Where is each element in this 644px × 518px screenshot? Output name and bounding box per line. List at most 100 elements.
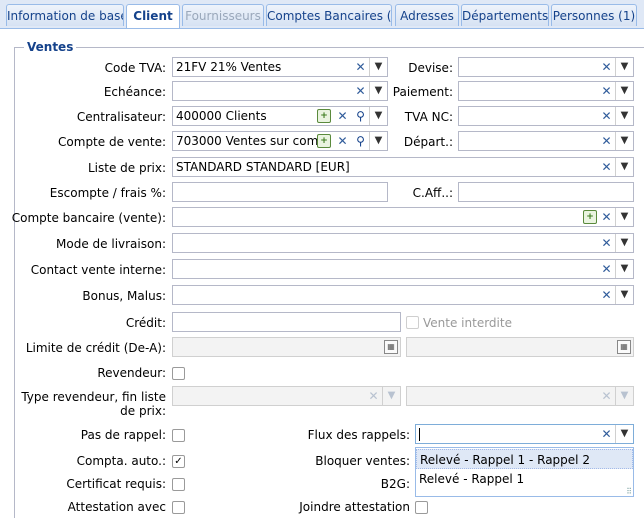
liste-prix-label: Liste de prix: bbox=[87, 161, 166, 175]
compte-bancaire-combo[interactable]: + ✕ ▼ bbox=[172, 207, 634, 227]
chevron-down-icon[interactable]: ▼ bbox=[369, 58, 387, 76]
depart-combo[interactable]: ✕ ▼ bbox=[458, 131, 634, 151]
chevron-down-icon[interactable]: ▼ bbox=[615, 158, 633, 176]
compta-auto-label: Compta. auto.: bbox=[76, 454, 166, 468]
clear-icon[interactable]: ✕ bbox=[598, 132, 615, 150]
search-icon[interactable]: ⚲ bbox=[352, 132, 369, 150]
list-item[interactable]: Relevé - Rappel 1 bbox=[416, 469, 633, 489]
chevron-down-icon[interactable]: ▼ bbox=[615, 387, 633, 405]
mode-livraison-combo[interactable]: ✕ ▼ bbox=[172, 233, 634, 253]
ventes-legend: Ventes bbox=[24, 40, 77, 54]
tab-bar: Information de base Client Fournisseurs … bbox=[0, 0, 644, 29]
chevron-down-icon[interactable]: ▼ bbox=[615, 107, 633, 125]
devise-combo[interactable]: ✕ ▼ bbox=[458, 57, 634, 77]
mode-livraison-label: Mode de livraison: bbox=[56, 237, 166, 251]
chevron-down-icon[interactable]: ▼ bbox=[615, 132, 633, 150]
code-tva-label: Code TVA: bbox=[104, 61, 166, 75]
type-revendeur-combo[interactable]: ✕ ▼ bbox=[172, 386, 401, 406]
clear-icon[interactable]: ✕ bbox=[598, 208, 615, 226]
type-revendeur-label: Type revendeur, fin liste de prix: bbox=[21, 390, 166, 418]
clear-icon[interactable]: ✕ bbox=[365, 387, 382, 405]
list-item[interactable]: Relevé - Rappel 1 - Rappel 2 bbox=[416, 449, 633, 469]
clear-icon[interactable]: ✕ bbox=[598, 387, 615, 405]
certificat-requis-checkbox[interactable] bbox=[172, 478, 185, 491]
pas-de-rappel-checkbox[interactable] bbox=[172, 429, 185, 442]
tva-nc-combo[interactable]: ✕ ▼ bbox=[458, 106, 634, 126]
chevron-down-icon[interactable]: ▼ bbox=[615, 58, 633, 76]
escompte-input[interactable] bbox=[172, 182, 388, 202]
centralisateur-combo[interactable]: 400000 Clients + ✕ ⚲ ▼ bbox=[172, 106, 388, 126]
code-tva-combo[interactable]: 21FV 21% Ventes ✕ ▼ bbox=[172, 57, 388, 77]
type-revendeur-label-line2: de prix: bbox=[120, 404, 166, 418]
clear-icon[interactable]: ✕ bbox=[598, 158, 615, 176]
type-revendeur-label-line1: Type revendeur, fin liste bbox=[21, 390, 166, 404]
chevron-down-icon[interactable]: ▼ bbox=[615, 234, 633, 252]
paiement-combo[interactable]: ✕ ▼ bbox=[458, 81, 634, 101]
tab-adresses[interactable]: Adresses bbox=[395, 4, 459, 26]
flux-rappels-label: Flux des rappels: bbox=[307, 428, 410, 442]
tab-information-de-base[interactable]: Information de base bbox=[6, 4, 124, 26]
tab-departements[interactable]: Départements bbox=[461, 4, 549, 26]
contact-vente-combo[interactable]: ✕ ▼ bbox=[172, 259, 634, 279]
certificat-requis-label: Certificat requis: bbox=[66, 477, 166, 491]
liste-prix-value: STANDARD STANDARD [EUR] bbox=[176, 160, 350, 174]
add-icon[interactable]: + bbox=[317, 109, 331, 123]
clear-icon[interactable]: ✕ bbox=[598, 82, 615, 100]
compta-auto-checkbox[interactable]: ✓ bbox=[172, 455, 185, 468]
tva-nc-label: TVA NC: bbox=[404, 110, 453, 124]
revendeur-label: Revendeur: bbox=[97, 366, 166, 380]
clear-icon[interactable]: ✕ bbox=[598, 260, 615, 278]
calendar-icon[interactable]: ▦ bbox=[384, 340, 398, 354]
revendeur-checkbox[interactable] bbox=[172, 367, 185, 380]
chevron-down-icon[interactable]: ▼ bbox=[382, 387, 400, 405]
flux-rappels-combo[interactable]: ✕ ▼ bbox=[415, 424, 634, 444]
chevron-down-icon[interactable]: ▼ bbox=[615, 82, 633, 100]
clear-icon[interactable]: ✕ bbox=[334, 107, 351, 125]
pas-de-rappel-label: Pas de rappel: bbox=[80, 428, 166, 442]
limite-credit-to-input[interactable]: ▦ bbox=[406, 337, 634, 357]
chevron-down-icon[interactable]: ▼ bbox=[615, 425, 633, 443]
add-icon[interactable]: + bbox=[583, 210, 597, 224]
resize-handle-icon[interactable]: ⠿ bbox=[626, 487, 632, 496]
add-icon[interactable]: + bbox=[317, 134, 331, 148]
clear-icon[interactable]: ✕ bbox=[598, 58, 615, 76]
chevron-down-icon[interactable]: ▼ bbox=[369, 82, 387, 100]
type-revendeur-fin-combo[interactable]: ✕ ▼ bbox=[406, 386, 634, 406]
tab-personnes[interactable]: Personnes (1) bbox=[551, 4, 637, 26]
echeance-label: Echéance: bbox=[103, 85, 166, 99]
chevron-down-icon[interactable]: ▼ bbox=[615, 286, 633, 304]
centralisateur-value: 400000 Clients bbox=[176, 109, 267, 123]
clear-icon[interactable]: ✕ bbox=[352, 58, 369, 76]
chevron-down-icon[interactable]: ▼ bbox=[369, 107, 387, 125]
clear-icon[interactable]: ✕ bbox=[598, 234, 615, 252]
search-icon[interactable]: ⚲ bbox=[352, 107, 369, 125]
compte-vente-combo[interactable]: 703000 Ventes sur comma + ✕ ⚲ ▼ bbox=[172, 131, 388, 151]
clear-icon[interactable]: ✕ bbox=[598, 107, 615, 125]
credit-label: Crédit: bbox=[125, 316, 166, 330]
tab-client[interactable]: Client bbox=[126, 4, 180, 28]
clear-icon[interactable]: ✕ bbox=[598, 425, 615, 443]
echeance-combo[interactable]: ✕ ▼ bbox=[172, 81, 388, 101]
depart-label: Départ.: bbox=[403, 135, 453, 149]
bonus-malus-label: Bonus, Malus: bbox=[82, 289, 166, 303]
compte-bancaire-label: Compte bancaire (vente): bbox=[11, 211, 166, 225]
chevron-down-icon[interactable]: ▼ bbox=[615, 208, 633, 226]
clear-icon[interactable]: ✕ bbox=[334, 132, 351, 150]
clear-icon[interactable]: ✕ bbox=[352, 82, 369, 100]
c-aff-label: C.Aff..: bbox=[412, 186, 453, 200]
c-aff-input[interactable] bbox=[458, 182, 634, 202]
liste-prix-combo[interactable]: STANDARD STANDARD [EUR] ✕ ▼ bbox=[172, 157, 634, 177]
credit-input[interactable] bbox=[172, 312, 401, 332]
clear-icon[interactable]: ✕ bbox=[598, 286, 615, 304]
attestation-avec-label: Attestation avec bbox=[67, 500, 166, 514]
chevron-down-icon[interactable]: ▼ bbox=[615, 260, 633, 278]
bonus-malus-combo[interactable]: ✕ ▼ bbox=[172, 285, 634, 305]
tab-comptes-bancaires[interactable]: Comptes Bancaires (3) bbox=[266, 4, 392, 26]
limite-credit-from-input[interactable]: ▦ bbox=[172, 337, 401, 357]
compte-vente-value: 703000 Ventes sur comma bbox=[176, 134, 321, 148]
compte-vente-label: Compte de vente: bbox=[58, 135, 166, 149]
vente-interdite-checkbox[interactable] bbox=[406, 316, 419, 329]
calendar-icon[interactable]: ▦ bbox=[617, 340, 631, 354]
bloquer-ventes-label: Bloquer ventes: bbox=[315, 454, 410, 468]
chevron-down-icon[interactable]: ▼ bbox=[369, 132, 387, 150]
